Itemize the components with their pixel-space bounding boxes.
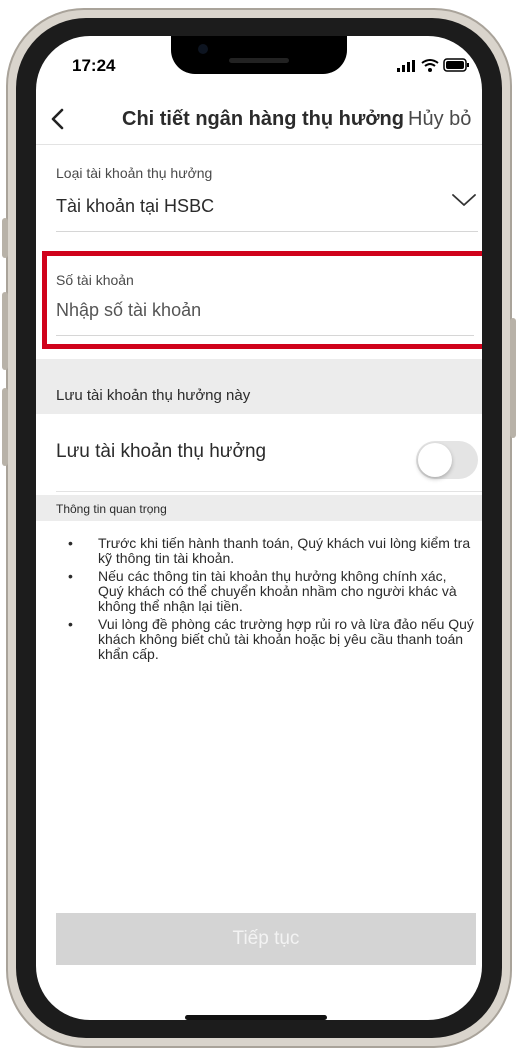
save-section-title: Lưu tài khoản thụ hưởng này [56, 387, 251, 404]
side-button-left-1 [2, 218, 8, 258]
save-section-header: Lưu tài khoản thụ hưởng này [36, 359, 482, 414]
home-indicator [185, 1015, 327, 1020]
important-list: • Trước khi tiến hành thanh toán, Quý khá… [64, 536, 476, 665]
important-title: Thông tin quan trọng [56, 502, 167, 516]
page-title: Chi tiết ngân hàng thụ hưởng [122, 108, 404, 130]
account-type-value: Tài khoản tại HSBC [56, 196, 215, 216]
account-type-underline [56, 231, 478, 232]
account-number-input[interactable]: Nhập số tài khoản [56, 300, 476, 326]
front-camera [198, 44, 208, 54]
header-divider [36, 144, 482, 145]
notch [171, 36, 347, 74]
continue-button[interactable]: Tiếp tục [56, 913, 476, 965]
save-toggle-label: Lưu tài khoản thụ hưởng [56, 441, 267, 462]
battery-icon [443, 58, 469, 72]
chevron-down-icon [452, 194, 476, 206]
side-button-left-2 [2, 292, 8, 370]
side-button-left-3 [2, 388, 8, 466]
cancel-button[interactable]: Hủy bỏ [408, 108, 471, 131]
important-section-header: Thông tin quan trọng [36, 495, 482, 521]
list-item: • Nếu các thông tin tài khoản thụ hưởng k… [68, 568, 457, 614]
toggle-knob [418, 443, 452, 477]
save-account-toggle[interactable] [416, 441, 478, 479]
back-chevron-icon[interactable] [50, 108, 64, 130]
account-number-underline [56, 335, 474, 336]
account-number-label: Số tài khoản [56, 272, 134, 288]
side-button-right [510, 318, 516, 438]
list-item: • Vui lòng đề phòng các trường hợp rủi ro… [68, 616, 474, 662]
wifi-icon [421, 59, 439, 72]
account-type-select[interactable]: Loại tài khoản thụ hưởng Tài khoản tại H… [56, 161, 478, 233]
speaker-grille [229, 58, 289, 63]
account-type-label: Loại tài khoản thụ hưởng [56, 165, 213, 181]
screen: 17:24 Chi tiết ngân hàng thụ hưởng Hủy b… [36, 36, 482, 1020]
toggle-row-divider [56, 491, 482, 492]
signal-icon [397, 60, 415, 72]
status-time: 17:24 [72, 56, 116, 75]
list-item: • Trước khi tiến hành thanh toán, Quý khá… [68, 535, 471, 566]
